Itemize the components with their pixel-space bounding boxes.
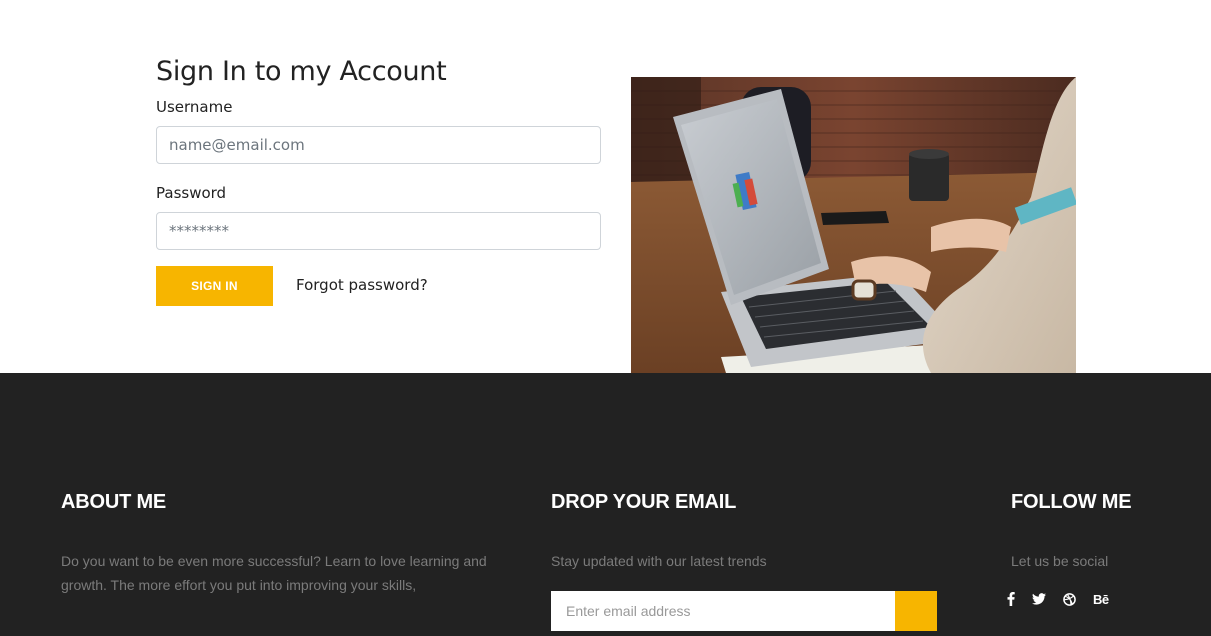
facebook-icon[interactable] [1007,591,1015,607]
newsletter-text: Stay updated with our latest trends [551,553,767,569]
follow-heading: FOLLOW ME [1011,491,1132,513]
sign-in-button[interactable]: SIGN IN [156,266,273,306]
username-input[interactable] [156,126,601,164]
follow-column: FOLLOW ME Let us be social [1011,491,1201,573]
password-label: Password [156,184,227,202]
forgot-password-link[interactable]: Forgot password? [296,276,428,294]
about-heading: ABOUT ME [61,491,167,513]
social-links: Bē [1007,591,1126,607]
about-column: ABOUT ME Do you want to be even more suc… [61,491,501,597]
follow-text: Let us be social [1011,553,1109,569]
newsletter-heading: DROP YOUR EMAIL [551,491,737,513]
newsletter-column: DROP YOUR EMAIL Stay updated with our la… [551,491,941,573]
username-label: Username [156,98,233,116]
page-title: Sign In to my Account [156,56,447,87]
dribbble-icon[interactable] [1063,591,1076,607]
site-footer: ABOUT ME Do you want to be even more suc… [0,373,1211,636]
newsletter-submit-button[interactable] [895,591,937,631]
signin-section: Sign In to my Account Username Password … [156,56,601,306]
twitter-icon[interactable] [1032,591,1046,607]
behance-icon[interactable]: Bē [1093,591,1109,607]
about-text: Do you want to be even more successful? … [61,553,487,593]
newsletter-email-input[interactable] [551,591,895,631]
password-input[interactable] [156,212,601,250]
newsletter-form [551,591,937,631]
laptop-photo [631,77,1076,373]
